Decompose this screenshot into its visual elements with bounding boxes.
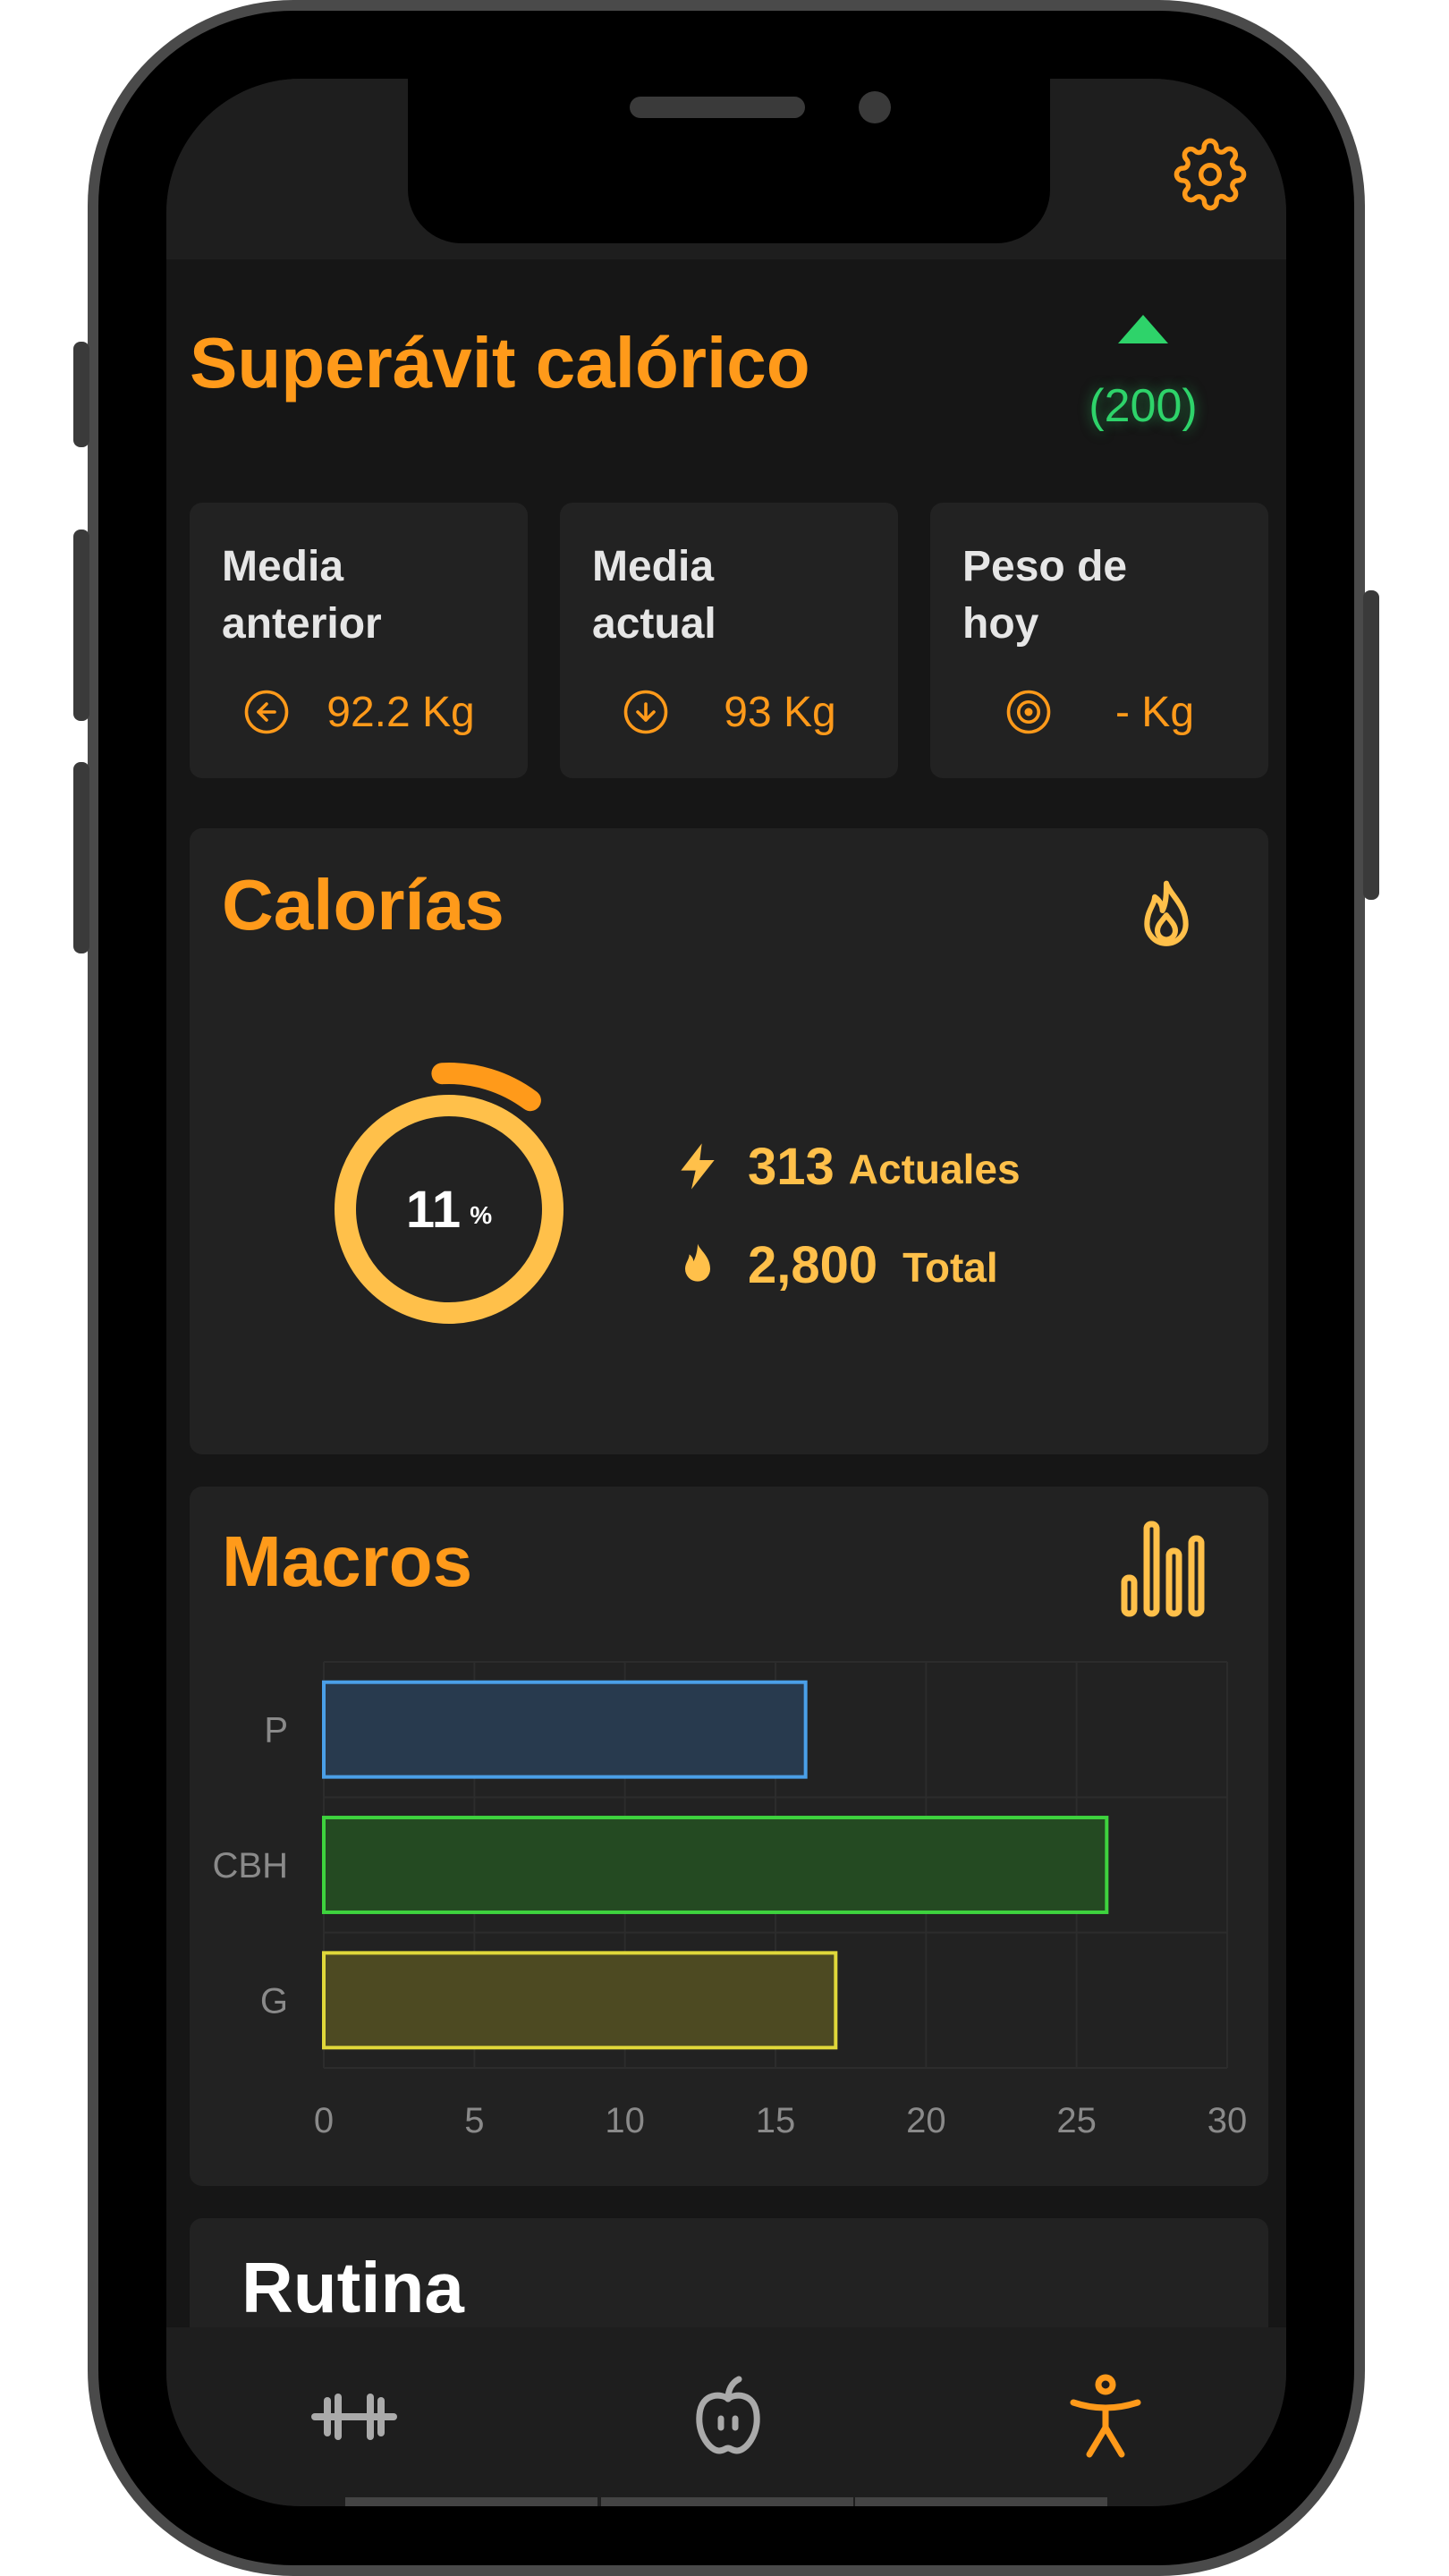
- calories-card: Calorías 11 % 313 Actuales 2,800 Total: [190, 828, 1268, 1454]
- apple-icon[interactable]: [683, 2372, 773, 2462]
- stat-label-line2: hoy: [962, 600, 1039, 648]
- calories-total-value: 2,800: [748, 1235, 878, 1294]
- app-screen: Superávit calórico (200) Media anterior …: [166, 79, 1286, 2506]
- x-tick-label: 30: [1208, 2101, 1248, 2140]
- dumbbell-icon[interactable]: [309, 2372, 399, 2462]
- volume-down-button: [73, 762, 89, 953]
- x-tick-label: 25: [1056, 2101, 1097, 2140]
- stat-label-line1: Media: [222, 543, 344, 590]
- calories-percent: 11: [405, 1180, 462, 1239]
- stat-label-line1: Media: [592, 543, 715, 590]
- bottom-tab-bar: [166, 2327, 1286, 2506]
- bar-p: [322, 1680, 808, 1779]
- volume-up-button: [73, 530, 89, 721]
- calories-current-label: Actuales: [848, 1146, 1021, 1192]
- mute-switch: [73, 342, 89, 447]
- bar-g: [322, 1951, 838, 2050]
- page-indicator-1: [345, 2497, 597, 2506]
- bar-cbh: [322, 1816, 1109, 1914]
- notch: [408, 79, 1050, 243]
- speaker-grille: [630, 97, 805, 118]
- x-tick-label: 15: [756, 2101, 796, 2140]
- gear-icon[interactable]: [1174, 138, 1247, 211]
- page-indicator-2: [601, 2497, 853, 2506]
- stat-label-line2: anterior: [222, 600, 382, 648]
- arrow-left-circle-icon: [244, 690, 289, 734]
- stat-value: 92.2 Kg: [326, 688, 475, 736]
- stat-label-line2: actual: [592, 600, 716, 648]
- stat-label-line1: Peso de: [962, 543, 1128, 590]
- arrow-down-circle-icon: [623, 690, 668, 734]
- y-tick-label: G: [260, 1981, 288, 2021]
- calories-current-value: 313: [748, 1137, 835, 1196]
- x-tick-label: 0: [314, 2101, 334, 2140]
- macros-card: Macros 0 5 10 15 20 25 30 P CBH G: [190, 1487, 1268, 2186]
- calories-percent-unit: %: [470, 1201, 493, 1229]
- calories-current-row: 313 Actuales: [673, 1131, 1021, 1202]
- macros-title: Macros: [222, 1521, 473, 1601]
- target-icon: [1006, 690, 1051, 734]
- y-tick-label: P: [264, 1711, 288, 1750]
- macros-bar-chart: 0 5 10 15 20 25 30 P CBH G: [213, 1661, 1248, 2140]
- x-tick-label: 5: [464, 2101, 484, 2140]
- balance-value: (200): [1089, 380, 1198, 432]
- lightning-icon: [681, 1143, 715, 1190]
- routine-title: Rutina: [242, 2248, 464, 2327]
- calories-total-label: Total: [902, 1244, 998, 1291]
- flame-icon: [1144, 880, 1189, 946]
- stat-value: 93 Kg: [724, 688, 836, 736]
- accessibility-icon[interactable]: [1061, 2372, 1150, 2462]
- balance-title: Superávit calórico: [190, 323, 810, 402]
- drop-flame-icon: [685, 1243, 710, 1282]
- stat-value: - Kg: [1114, 688, 1195, 736]
- stat-card-current[interactable]: Media actual 93 Kg: [560, 503, 898, 778]
- front-camera: [859, 91, 891, 123]
- x-tick-label: 20: [906, 2101, 945, 2140]
- bar-chart-icon: [1121, 1521, 1205, 1617]
- x-tick-label: 10: [605, 2101, 645, 2140]
- calories-total-row: 2,800 Total: [673, 1229, 998, 1301]
- y-tick-label: CBH: [213, 1846, 288, 1885]
- stat-card-today[interactable]: Peso de hoy - Kg: [930, 503, 1268, 778]
- power-button: [1363, 590, 1379, 900]
- triangle-up-icon: [1118, 315, 1168, 343]
- page-indicator-3: [855, 2497, 1107, 2506]
- calories-title: Calorías: [222, 865, 504, 945]
- stat-card-previous[interactable]: Media anterior 92.2 Kg: [190, 503, 528, 778]
